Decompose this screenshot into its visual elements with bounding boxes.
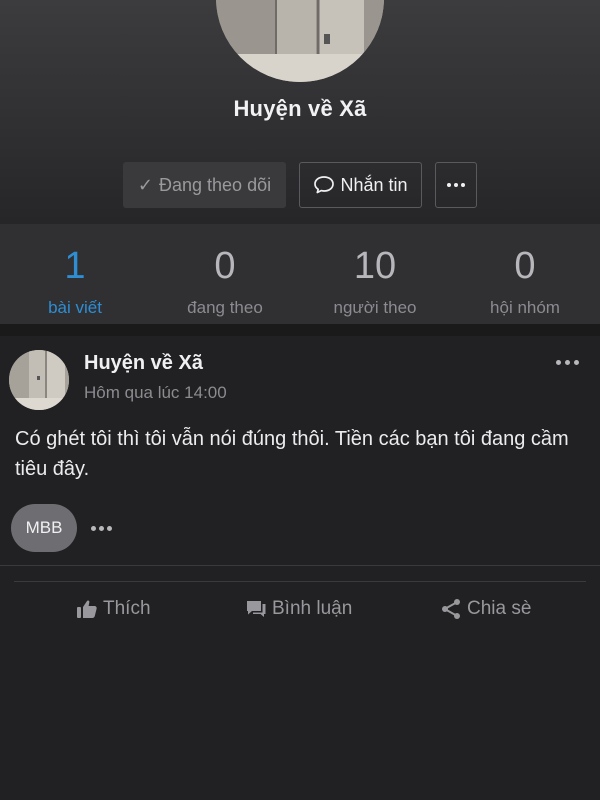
comment-label: Bình luận	[272, 598, 353, 619]
post-card: Huyện về Xã Hôm qua lúc 14:00 Có ghét tô…	[0, 336, 600, 800]
like-label: Thích	[103, 598, 151, 619]
tag-more-button[interactable]	[88, 516, 114, 540]
stat-followers[interactable]: 10 người theo	[300, 224, 450, 324]
post-timestamp: Hôm qua lúc 14:00	[84, 383, 227, 402]
profile-name: Huyện về Xã	[233, 96, 367, 121]
share-button[interactable]: Chia sè	[440, 593, 531, 625]
comment-icon	[247, 601, 266, 617]
thumbs-up-icon	[77, 600, 97, 618]
stat-groups[interactable]: 0 hội nhóm	[450, 224, 600, 324]
stat-label: đang theo	[187, 298, 263, 317]
more-dots-icon	[90, 525, 112, 531]
like-button[interactable]: Thích	[76, 593, 151, 625]
post-options-button[interactable]	[549, 348, 585, 376]
divider	[14, 581, 586, 582]
more-options-button[interactable]	[435, 162, 477, 208]
following-button[interactable]: ✓ Đang theo dõi	[123, 162, 286, 208]
comment-button[interactable]: Bình luận	[245, 593, 352, 625]
more-dots-icon	[555, 359, 579, 365]
more-dots-icon	[447, 183, 465, 187]
stat-value: 1	[64, 245, 86, 287]
stat-label: người theo	[333, 298, 417, 317]
stat-label: hội nhóm	[490, 298, 560, 317]
stat-posts[interactable]: 1 bài viết	[0, 224, 150, 324]
section-divider	[0, 324, 600, 336]
stat-following[interactable]: 0 đang theo	[150, 224, 300, 324]
share-icon	[442, 599, 460, 619]
divider	[0, 565, 600, 566]
post-content: Có ghét tôi thì tôi vẫn nói đúng thôi. T…	[15, 428, 569, 480]
share-label: Chia sè	[467, 598, 532, 619]
profile-page: Huyện về Xã ✓ Đang theo dõi Nhắn tin 1 b…	[0, 0, 600, 800]
stat-value: 0	[514, 245, 536, 287]
following-label: Đang theo dõi	[159, 174, 272, 195]
profile-stats: 1 bài viết 0 đang theo 10 người theo 0 h…	[0, 224, 600, 324]
profile-avatar[interactable]	[216, 0, 384, 82]
stat-value: 10	[353, 245, 397, 287]
avatar-photo-icon	[9, 350, 69, 410]
message-button[interactable]: Nhắn tin	[299, 162, 422, 208]
profile-header: Huyện về Xã ✓ Đang theo dõi Nhắn tin	[0, 0, 600, 224]
post-author-name[interactable]: Huyện về Xã	[84, 352, 203, 375]
message-label: Nhắn tin	[340, 174, 408, 195]
stat-label: bài viết	[48, 298, 102, 317]
stock-tag[interactable]: MBB	[11, 504, 77, 552]
post-author-avatar[interactable]	[9, 350, 69, 410]
avatar-photo-icon	[216, 0, 384, 82]
chat-bubble-icon	[314, 176, 335, 194]
check-icon: ✓	[137, 174, 153, 195]
stat-value: 0	[214, 245, 236, 287]
